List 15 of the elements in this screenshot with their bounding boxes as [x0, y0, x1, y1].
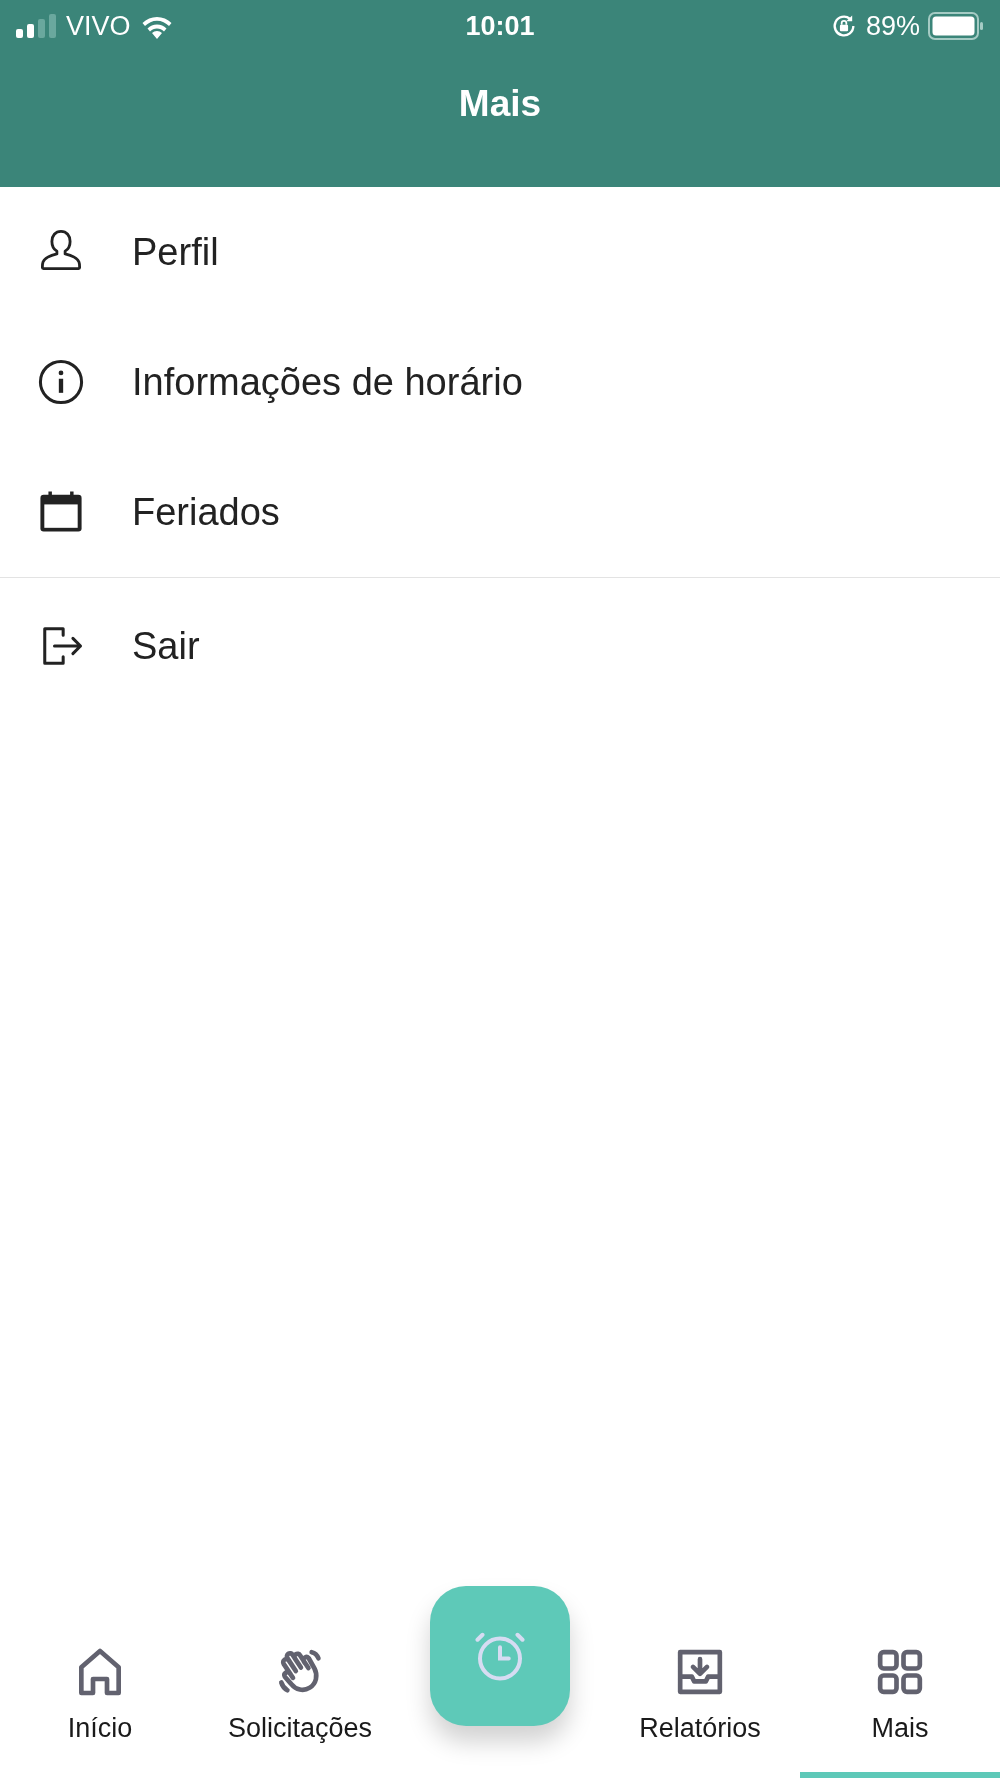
menu-item[interactable]: Feriados — [0, 447, 1000, 577]
clock-time: 10:01 — [465, 9, 535, 43]
clock-button[interactable] — [430, 1586, 570, 1726]
carrier-name: VIVO — [66, 9, 131, 43]
battery-icon — [928, 12, 984, 40]
menu-item[interactable]: Informações de horário — [0, 317, 1000, 447]
tab-item[interactable]: Solicitações — [200, 1588, 400, 1778]
menu-item[interactable]: Sair — [0, 578, 1000, 714]
signal-icon — [16, 14, 58, 38]
battery-percent: 89% — [865, 9, 920, 43]
tab-item[interactable]: Relatórios — [600, 1588, 800, 1778]
tab-item[interactable]: Início — [0, 1588, 200, 1778]
menu-item[interactable]: Perfil — [0, 187, 1000, 317]
page-title: Mais — [458, 82, 542, 126]
tab-item[interactable]: Mais — [800, 1588, 1000, 1778]
